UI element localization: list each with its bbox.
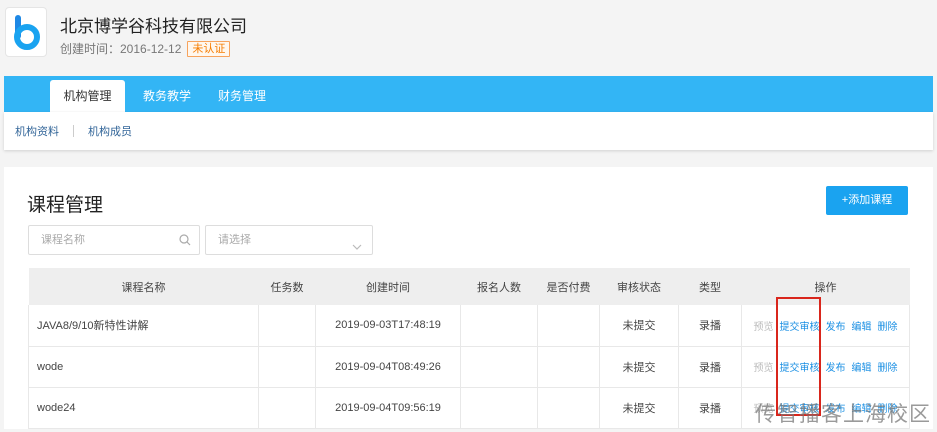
- created-time-cell: 2019-09-04T08:49:26: [315, 346, 461, 388]
- tab-finance[interactable]: 财务管理: [207, 80, 277, 112]
- column-header: 课程名称: [28, 268, 259, 305]
- table-row: JAVA8/9/10新特性讲解 2019-09-03T17:48:19 未提交 …: [28, 305, 910, 347]
- search-icon[interactable]: [179, 234, 191, 249]
- select-placeholder: 请选择: [218, 234, 251, 246]
- paid-cell: [537, 305, 600, 347]
- task-count-cell: [258, 305, 316, 347]
- enrolled-cell: [460, 305, 538, 347]
- course-name-input[interactable]: [29, 226, 169, 254]
- preview-link[interactable]: 预览: [754, 359, 774, 374]
- table-row: wode 2019-09-04T08:49:26 未提交 录播 预览 提交审核 发布…: [28, 346, 910, 388]
- preview-link[interactable]: 预览: [754, 318, 774, 333]
- task-count-cell: [258, 387, 316, 429]
- column-header: 任务数: [258, 268, 316, 305]
- paid-cell: [537, 387, 600, 429]
- edit-link[interactable]: 编辑: [852, 359, 872, 374]
- sub-navigation: 机构资料 机构成员: [4, 112, 933, 150]
- delete-link[interactable]: 删除: [878, 318, 898, 333]
- column-header: 审核状态: [599, 268, 679, 305]
- review-status-cell: 未提交: [599, 387, 679, 429]
- submit-review-link[interactable]: 提交审核: [780, 318, 820, 333]
- paid-cell: [537, 346, 600, 388]
- add-course-button[interactable]: +添加课程: [826, 186, 908, 215]
- column-header: 创建时间: [315, 268, 461, 305]
- course-management-panel: 课程管理 +添加课程 请选择 课程名称 任务数 创建时间 报名人数 是否付费 审…: [4, 167, 933, 429]
- status-select[interactable]: 请选择: [205, 225, 373, 255]
- column-header: 操作: [741, 268, 910, 305]
- course-name-cell: wode24: [28, 387, 259, 429]
- chevron-down-icon: [352, 235, 362, 263]
- publish-link[interactable]: 发布: [826, 359, 846, 374]
- org-name: 北京博学谷科技有限公司: [60, 17, 247, 36]
- top-navigation: 机构管理 教务教学 财务管理: [4, 76, 933, 112]
- operations-cell: 预览 提交审核 发布 编辑 删除: [741, 305, 910, 347]
- created-time-cell: 2019-09-04T09:56:19: [315, 387, 461, 429]
- delete-link[interactable]: 删除: [878, 359, 898, 374]
- tab-org-management[interactable]: 机构管理: [50, 80, 125, 112]
- column-header: 是否付费: [537, 268, 600, 305]
- edit-link[interactable]: 编辑: [852, 318, 872, 333]
- operations-cell: 预览 提交审核 发布 编辑 删除: [741, 346, 910, 388]
- org-header: 北京博学谷科技有限公司 创建时间：2016-12-12 未认证: [0, 0, 937, 74]
- course-name-cell: wode: [28, 346, 259, 388]
- enrolled-cell: [460, 346, 538, 388]
- subnav-org-info[interactable]: 机构资料: [15, 123, 59, 139]
- tab-teaching[interactable]: 教务教学: [132, 80, 202, 112]
- course-name-search: [28, 225, 200, 255]
- course-name-cell: JAVA8/9/10新特性讲解: [28, 305, 259, 347]
- subnav-divider: [73, 125, 74, 137]
- review-status-cell: 未提交: [599, 346, 679, 388]
- task-count-cell: [258, 346, 316, 388]
- column-header: 报名人数: [460, 268, 538, 305]
- org-created-date: 创建时间：2016-12-12: [60, 42, 182, 56]
- watermark: 传智播客上海校区: [755, 402, 931, 426]
- page-title: 课程管理: [27, 195, 104, 216]
- review-status-cell: 未提交: [599, 305, 679, 347]
- created-time-cell: 2019-09-03T17:48:19: [315, 305, 461, 347]
- table-header-row: 课程名称 任务数 创建时间 报名人数 是否付费 审核状态 类型 操作: [28, 268, 910, 305]
- verification-badge: 未认证: [187, 40, 231, 57]
- type-cell: 录播: [678, 346, 742, 388]
- subnav-org-members[interactable]: 机构成员: [88, 123, 132, 139]
- column-header: 类型: [678, 268, 742, 305]
- submit-review-link[interactable]: 提交审核: [780, 359, 820, 374]
- org-meta: 创建时间：2016-12-12 未认证: [60, 40, 231, 57]
- logo-b-icon: [14, 15, 40, 50]
- enrolled-cell: [460, 387, 538, 429]
- type-cell: 录播: [678, 387, 742, 429]
- org-logo: [5, 7, 47, 57]
- publish-link[interactable]: 发布: [826, 318, 846, 333]
- type-cell: 录播: [678, 305, 742, 347]
